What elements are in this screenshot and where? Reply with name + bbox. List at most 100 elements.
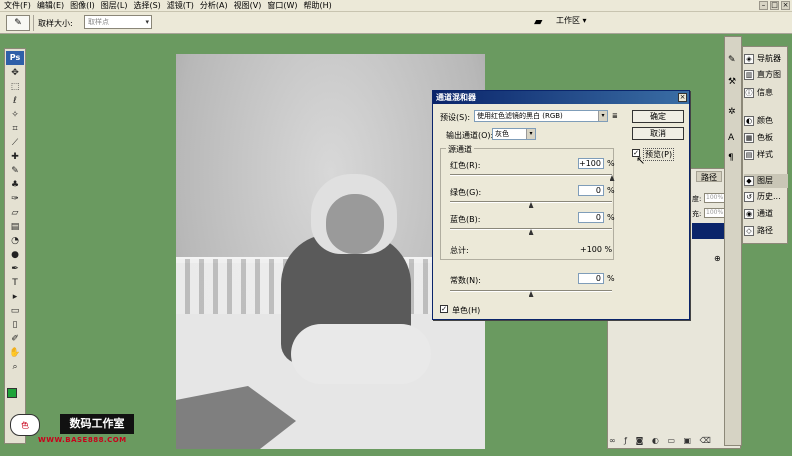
foreground-color-swatch[interactable] <box>7 388 17 398</box>
menu-item[interactable]: 文件(F) <box>4 0 31 11</box>
dock-item-histogram[interactable]: ▥ 直方图 <box>744 68 788 82</box>
notes-tool-icon[interactable]: ▯ <box>8 320 22 331</box>
output-channel-select[interactable]: 灰色 ▾ <box>492 128 536 140</box>
dock-item-label: 信息 <box>757 88 773 97</box>
constant-input[interactable]: 0 <box>578 273 604 284</box>
link-layers-icon[interactable]: ∞ <box>609 436 619 445</box>
delete-layer-icon[interactable]: ⌫ <box>700 436 714 445</box>
cancel-button[interactable]: 取消 <box>632 127 684 140</box>
source-channels-label: 源通道 <box>446 144 474 155</box>
menu-item[interactable]: 编辑(E) <box>37 0 64 11</box>
clone-stamp-icon[interactable]: ♣ <box>8 180 22 191</box>
dock-item-label: 色板 <box>757 133 773 142</box>
monochrome-checkbox[interactable]: ✓ <box>440 305 448 313</box>
clone-source-icon[interactable]: ✲ <box>728 107 736 117</box>
new-group-icon[interactable]: ▭ <box>667 436 678 445</box>
preset-select[interactable]: 使用红色滤镜的黑白 (RGB) ▾ <box>474 110 608 122</box>
menu-item[interactable]: 滤镜(T) <box>167 0 194 11</box>
dock-item-color[interactable]: ◐ 颜色 <box>744 114 788 128</box>
healing-brush-icon[interactable]: ✚ <box>8 152 22 163</box>
history-icon: ↺ <box>744 192 754 202</box>
type-tool-icon[interactable]: T <box>8 278 22 289</box>
magic-wand-icon[interactable]: ✧ <box>8 110 22 121</box>
dock-icon-strip: ✎ ⚒ ✲ A ¶ <box>724 36 742 446</box>
watermark-url: WWW.BASE888.COM <box>38 436 127 444</box>
marquee-tool-icon[interactable]: ⬚ <box>8 82 22 93</box>
dock-item-info[interactable]: ⓘ 信息 <box>744 86 788 100</box>
window-controls: – □ × <box>759 1 790 10</box>
tab-paths[interactable]: 路径 <box>696 171 722 182</box>
eyedropper-icon: ✎ <box>14 18 22 28</box>
dock-item-channels[interactable]: ◉ 通道 <box>744 207 788 221</box>
layer-lock-icon: ⊕ <box>714 254 721 263</box>
crop-tool-icon[interactable]: ⌗ <box>8 124 22 135</box>
menu-item[interactable]: 分析(A) <box>200 0 228 11</box>
sample-size-label: 取样大小: <box>38 19 73 28</box>
preset-label: 预设(S): <box>440 113 471 122</box>
dialog-close-button[interactable]: × <box>678 93 687 102</box>
constant-percent: % <box>607 274 615 283</box>
watermark-text: 数码工作室 <box>60 414 134 434</box>
close-window-button[interactable]: × <box>781 1 790 10</box>
blur-tool-icon[interactable]: ◔ <box>8 236 22 247</box>
layer-style-icon[interactable]: ƒ <box>624 436 630 445</box>
maximize-button[interactable]: □ <box>770 1 779 10</box>
menu-item[interactable]: 选择(S) <box>133 0 160 11</box>
dodge-tool-icon[interactable]: ● <box>8 250 22 261</box>
preset-options-icon[interactable]: ≣ <box>612 112 618 120</box>
brush-panel-icon[interactable]: ✎ <box>728 55 736 65</box>
photo-child-legs <box>291 324 431 384</box>
total-value: +100 % <box>580 245 613 254</box>
new-layer-icon[interactable]: ▣ <box>684 436 695 445</box>
blue-label: 蓝色(B): <box>450 215 481 224</box>
photo-child-face <box>326 194 384 254</box>
path-select-icon[interactable]: ▸ <box>8 292 22 303</box>
dock-item-paths[interactable]: ◇ 路径 <box>744 224 788 238</box>
eyedropper-tool-preset[interactable]: ✎ <box>6 15 30 31</box>
eyedropper-tool-icon[interactable]: ✐ <box>8 334 22 345</box>
ok-button[interactable]: 确定 <box>632 110 684 123</box>
menu-item[interactable]: 图层(L) <box>101 0 128 11</box>
slice-tool-icon[interactable]: ⟋ <box>8 138 22 149</box>
dock-item-layers[interactable]: ◆ 图层 <box>744 174 788 188</box>
green-input[interactable]: 0 <box>578 185 604 196</box>
sample-size-select[interactable]: 取样点 <box>84 15 152 29</box>
blue-input[interactable]: 0 <box>578 212 604 223</box>
blue-percent: % <box>607 213 615 222</box>
red-input[interactable]: +100 <box>578 158 604 169</box>
menu-item[interactable]: 窗口(W) <box>267 0 297 11</box>
dock-item-label: 历史... <box>757 192 781 201</box>
move-tool-icon[interactable]: ✥ <box>8 68 22 79</box>
zoom-tool-icon[interactable]: ⌕ <box>8 362 22 373</box>
eraser-tool-icon[interactable]: ▱ <box>8 208 22 219</box>
menu-item[interactable]: 图像(I) <box>70 0 95 11</box>
minimize-button[interactable]: – <box>759 1 768 10</box>
green-label: 绿色(G): <box>450 188 482 197</box>
adjustment-layer-icon[interactable]: ◐ <box>652 436 662 445</box>
gradient-tool-icon[interactable]: ▤ <box>8 222 22 233</box>
monochrome-label: 单色(H) <box>452 306 481 315</box>
pen-tool-icon[interactable]: ✒ <box>8 264 22 275</box>
dock-item-swatches[interactable]: ▦ 色板 <box>744 131 788 145</box>
menu-item[interactable]: 帮助(H) <box>304 0 332 11</box>
dock-item-styles[interactable]: ▤ 样式 <box>744 148 788 162</box>
hand-tool-icon[interactable]: ✋ <box>8 348 22 359</box>
red-slider-track[interactable] <box>450 174 612 176</box>
tool-presets-icon[interactable]: ⚒ <box>728 77 736 87</box>
lasso-tool-icon[interactable]: ℓ <box>8 96 22 107</box>
dock-item-label: 样式 <box>757 150 773 159</box>
brush-tool-icon[interactable]: ✎ <box>8 166 22 177</box>
history-brush-icon[interactable]: ✑ <box>8 194 22 205</box>
dock-item-navigator[interactable]: ◈ 导航器 <box>744 52 788 66</box>
info-icon: ⓘ <box>744 88 754 98</box>
dock-item-history[interactable]: ↺ 历史... <box>744 190 788 204</box>
shape-tool-icon[interactable]: ▭ <box>8 306 22 317</box>
preview-label: 预览(P) <box>643 148 675 161</box>
workspace-button[interactable]: 工作区 ▾ <box>556 15 598 29</box>
brushes-palette-icon[interactable]: ▰ <box>534 15 552 29</box>
layer-mask-icon[interactable]: ◙ <box>636 436 647 445</box>
character-panel-icon[interactable]: A <box>728 133 734 143</box>
menu-item[interactable]: 视图(V) <box>234 0 262 11</box>
total-label: 总计: <box>450 246 469 255</box>
paragraph-panel-icon[interactable]: ¶ <box>728 153 734 163</box>
